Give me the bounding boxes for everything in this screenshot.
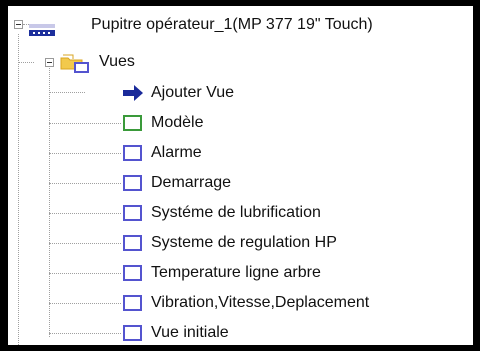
tree-item-template[interactable]: Modèle	[88, 111, 288, 135]
tree-item-label: Temperature ligne arbre	[151, 264, 321, 281]
hmi-device-icon	[29, 20, 55, 36]
tree-item-label: Vibration,Vitesse,Deplacement	[151, 294, 370, 311]
screen-icon	[123, 175, 142, 191]
tree-node-root-label: Pupitre opérateur_1(MP 377 19" Touch)	[91, 16, 373, 33]
screen-icon	[123, 205, 142, 221]
tree-item-add-screen[interactable]: Ajouter Vue	[88, 81, 288, 105]
tree-item-screen[interactable]: Vue initiale	[88, 321, 288, 345]
screen-icon	[123, 265, 142, 281]
project-tree-panel: Pupitre opérateur_1(MP 377 19" Touch) Vu…	[8, 6, 473, 345]
collapse-toggle-vues[interactable]	[45, 58, 54, 67]
tree-node-vues[interactable]: Vues	[58, 50, 258, 74]
tree-item-label: Systeme de regulation HP	[151, 234, 337, 251]
tree-item-label: Alarme	[151, 144, 202, 161]
tree-line	[49, 61, 50, 337]
folder-screens-icon	[60, 53, 90, 73]
screen-icon	[123, 145, 142, 161]
tree-item-label: Demarrage	[151, 174, 232, 191]
collapse-toggle-root[interactable]	[14, 20, 23, 29]
tree-item-screen[interactable]: Systéme de lubrification	[88, 201, 388, 225]
screen-icon	[123, 235, 142, 251]
tree-line	[18, 62, 34, 63]
tree-item-label: Modèle	[151, 114, 204, 131]
tree-item-screen[interactable]: Vibration,Vitesse,Deplacement	[88, 291, 458, 315]
tree-node-root[interactable]: Pupitre opérateur_1(MP 377 19" Touch)	[28, 13, 473, 37]
tree-item-screen[interactable]: Temperature ligne arbre	[88, 261, 388, 285]
add-arrow-icon	[122, 83, 144, 103]
tree-line	[18, 34, 19, 345]
tree-item-label: Ajouter Vue	[151, 84, 235, 101]
tree-node-vues-label: Vues	[99, 53, 135, 70]
tree-item-screen[interactable]: Systeme de regulation HP	[88, 231, 388, 255]
tree-item-label: Systéme de lubrification	[151, 204, 321, 221]
tree-line	[49, 92, 85, 93]
template-icon	[123, 115, 142, 131]
screen-icon	[123, 325, 142, 341]
tree-item-label: Vue initiale	[151, 324, 229, 341]
tree-item-screen[interactable]: Demarrage	[88, 171, 288, 195]
tree-item-screen[interactable]: Alarme	[88, 141, 288, 165]
screen-icon	[123, 295, 142, 311]
